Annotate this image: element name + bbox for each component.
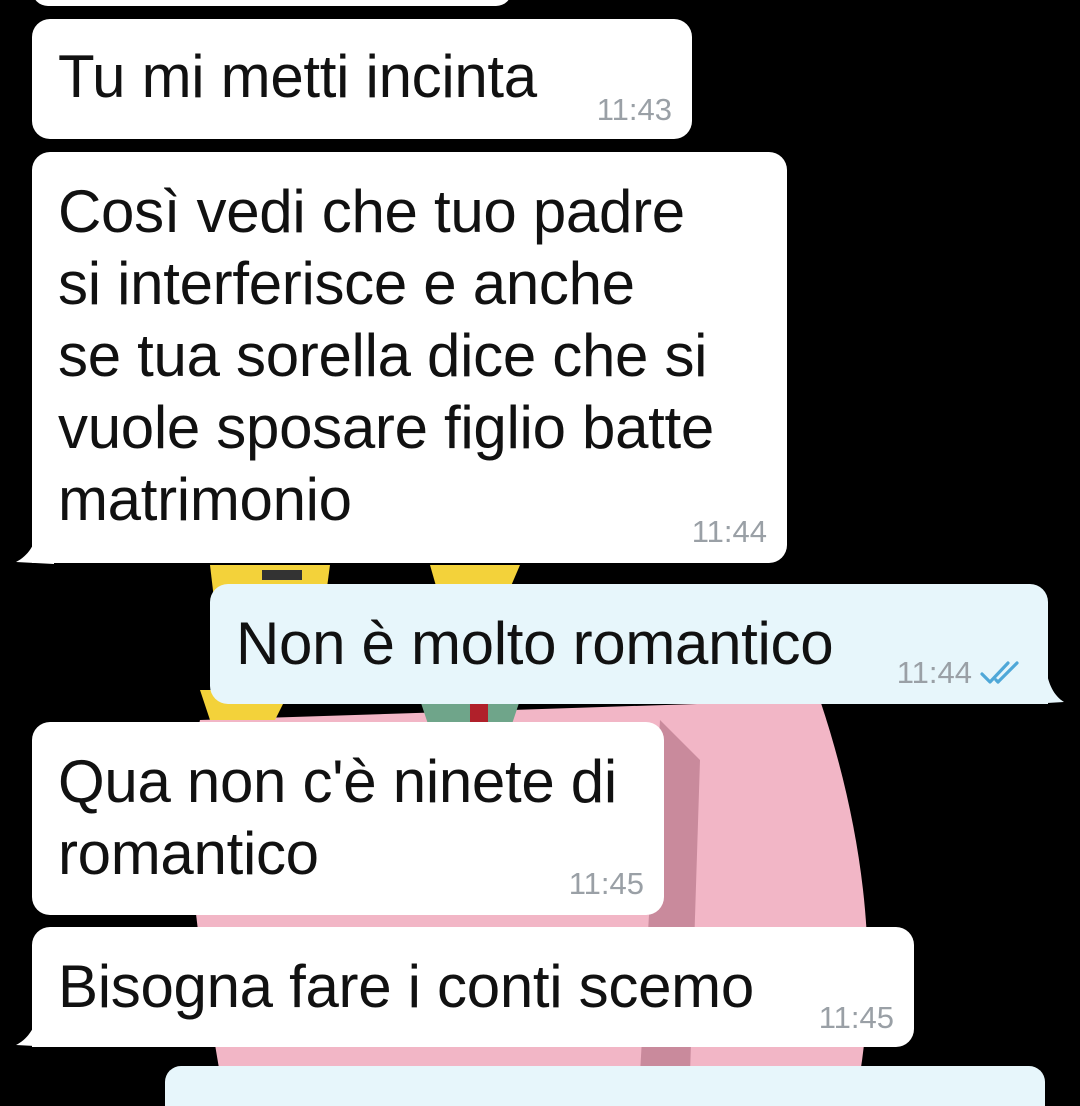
message-text: Non è molto romantico [236, 610, 834, 677]
partial-message-bubble-bottom [165, 1066, 1045, 1106]
message-bubble-incoming[interactable]: Tu mi metti incinta 11:43 [32, 19, 692, 139]
message-bubble-incoming[interactable]: Bisogna fare i conti scemo 11:45 [32, 927, 914, 1047]
message-timestamp: 11:44 [691, 514, 767, 549]
message-timestamp: 11:43 [596, 92, 672, 127]
message-timestamp: 11:44 [896, 655, 972, 690]
wallpaper-dark-detail [262, 570, 302, 580]
message-text: Qua non c'è ninete di romantico [58, 748, 617, 887]
message-text: Bisogna fare i conti scemo [58, 953, 754, 1020]
message-timestamp: 11:45 [818, 1000, 894, 1035]
message-text: Tu mi metti incinta [58, 43, 537, 110]
message-text: Così vedi che tuo padre si interferisce … [58, 178, 714, 533]
double-check-read-icon [980, 661, 1019, 684]
partial-message-bubble-top [32, 0, 512, 6]
message-bubble-incoming[interactable]: Qua non c'è ninete di romantico 11:45 [32, 722, 664, 915]
message-bubble-outgoing[interactable]: Non è molto romantico 11:44 [210, 584, 1048, 704]
message-bubble-incoming[interactable]: Così vedi che tuo padre si interferisce … [32, 152, 787, 563]
message-timestamp: 11:45 [568, 866, 644, 901]
